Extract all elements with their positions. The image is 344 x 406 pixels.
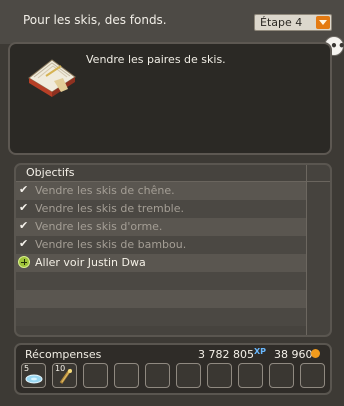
rewards-label: Récompenses [25, 348, 102, 361]
objective-empty-row [16, 290, 306, 308]
reward-slot-3[interactable] [83, 363, 108, 388]
quest-description: Vendre les paires de skis. [86, 53, 226, 66]
reward-slot-10[interactable] [300, 363, 325, 388]
reward-slot-4[interactable] [114, 363, 139, 388]
reward-slot-9[interactable] [269, 363, 294, 388]
objective-row-1: ✔ Vendre les skis de chêne. [16, 182, 306, 200]
kamas-value: 38 960 [274, 348, 313, 361]
xp-value: 3 782 805 [198, 348, 254, 361]
objective-text-5: Aller voir Justin Dwa [35, 256, 146, 269]
objectives-column-divider [306, 165, 307, 335]
objectives-title: Objectifs [26, 166, 75, 179]
kamas-icon [311, 349, 320, 358]
reward-count-1: 5 [24, 364, 30, 373]
reward-slot-6[interactable] [176, 363, 201, 388]
objective-empty-row [16, 272, 306, 290]
step-label: Étape 4 [260, 16, 303, 29]
reward-slot-5[interactable] [145, 363, 170, 388]
objective-row-5[interactable]: Aller voir Justin Dwa [16, 254, 306, 272]
plus-icon[interactable] [18, 256, 30, 268]
objective-text-3: Vendre les skis d'orme. [35, 220, 163, 233]
checkmark-icon: ✔ [19, 219, 29, 232]
scroll-icon [59, 368, 72, 384]
book-icon [28, 59, 76, 97]
reward-slot-1[interactable]: 5 [21, 363, 46, 388]
reward-slot-2[interactable]: 10 [52, 363, 77, 388]
objective-text-1: Vendre les skis de chêne. [35, 184, 175, 197]
step-selector[interactable]: Étape 4 [254, 14, 332, 31]
objective-text-4: Vendre les skis de bambou. [35, 238, 187, 251]
objectives-header: Objectifs [16, 165, 330, 182]
dropdown-arrow-icon[interactable] [316, 16, 330, 29]
objective-empty-row [16, 308, 306, 326]
objectives-panel: Objectifs ✔ Vendre les skis de chêne. ✔ … [14, 163, 332, 337]
quest-title: Pour les skis, des fonds. [23, 13, 167, 27]
objective-text-2: Vendre les skis de tremble. [35, 202, 184, 215]
objective-row-4: ✔ Vendre les skis de bambou. [16, 236, 306, 254]
checkmark-icon: ✔ [19, 183, 29, 196]
xp-icon: XP [254, 347, 267, 356]
disk-icon [25, 374, 43, 384]
checkmark-icon: ✔ [19, 237, 29, 250]
objective-row-3: ✔ Vendre les skis d'orme. [16, 218, 306, 236]
checkmark-icon: ✔ [19, 201, 29, 214]
objective-row-2: ✔ Vendre les skis de tremble. [16, 200, 306, 218]
reward-slot-8[interactable] [238, 363, 263, 388]
reward-slot-7[interactable] [207, 363, 232, 388]
